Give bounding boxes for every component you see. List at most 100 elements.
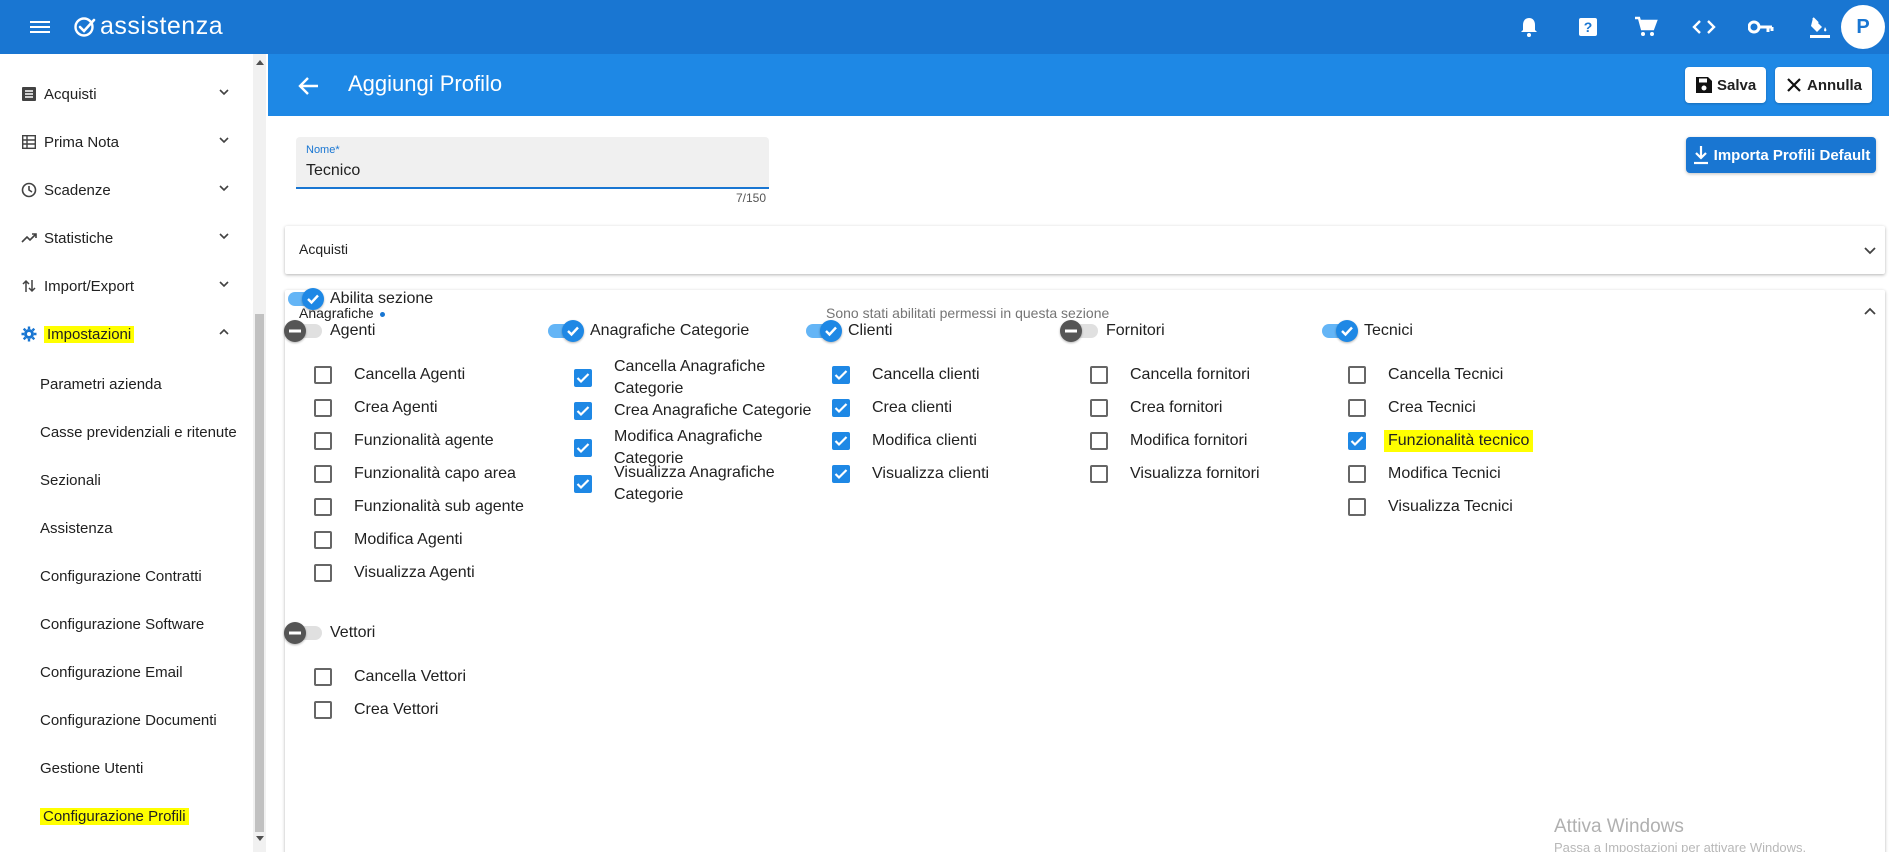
checkbox-box[interactable]: [1348, 465, 1366, 483]
sidebar-subitem-casse-previdenziali[interactable]: Casse previdenziali e ritenute: [40, 412, 237, 452]
permission-checkbox[interactable]: Cancella Agenti: [314, 364, 465, 386]
sidebar-item-import-export[interactable]: Import/Export: [0, 266, 250, 306]
bell-icon[interactable]: [1513, 11, 1545, 43]
name-input[interactable]: [306, 162, 746, 180]
checkbox-box[interactable]: [574, 369, 592, 387]
group-toggle-vettori[interactable]: Vettori: [284, 622, 375, 644]
chevron-up-icon[interactable]: [1863, 305, 1877, 319]
code-icon[interactable]: [1688, 11, 1720, 43]
permission-label: Cancella Anagrafiche Categorie: [614, 358, 766, 397]
sidebar-subitem-gestione-utenti[interactable]: Gestione Utenti: [40, 748, 143, 788]
name-field[interactable]: Nome*: [296, 137, 769, 189]
permission-checkbox[interactable]: Modifica fornitori: [1090, 430, 1247, 452]
checkbox-box[interactable]: [832, 366, 850, 384]
permission-checkbox[interactable]: Crea Agenti: [314, 397, 438, 419]
checkbox-box[interactable]: [314, 498, 332, 516]
permission-checkbox[interactable]: Cancella fornitori: [1090, 364, 1250, 386]
sidebar-item-statistiche[interactable]: Statistiche: [0, 218, 250, 258]
permission-checkbox[interactable]: Visualizza clienti: [832, 463, 989, 485]
checkbox-box[interactable]: [574, 402, 592, 420]
menu-icon[interactable]: [26, 13, 54, 41]
checkbox-box[interactable]: [1090, 432, 1108, 450]
permission-checkbox[interactable]: Modifica clienti: [832, 430, 977, 452]
group-toggle-tecnici[interactable]: Tecnici: [1322, 320, 1413, 342]
checkbox-box[interactable]: [314, 701, 332, 719]
checkbox-box[interactable]: [832, 465, 850, 483]
sidebar-subitem-configurazione-email[interactable]: Configurazione Email: [40, 652, 183, 692]
permission-checkbox[interactable]: Funzionalità sub agente: [314, 496, 524, 518]
sidebar-subitem-sezionali[interactable]: Sezionali: [40, 460, 101, 500]
group-toggle-agenti[interactable]: Agenti: [284, 320, 375, 342]
permission-label: Crea fornitori: [1130, 399, 1223, 416]
sidebar-subitem-parametri-azienda[interactable]: Parametri azienda: [40, 364, 162, 404]
checkbox-box[interactable]: [1348, 399, 1366, 417]
permission-checkbox[interactable]: Visualizza fornitori: [1090, 463, 1260, 485]
permission-checkbox[interactable]: Visualizza Anagrafiche Categorie: [574, 462, 784, 506]
checkbox-box[interactable]: [314, 668, 332, 686]
permission-checkbox[interactable]: Crea fornitori: [1090, 397, 1222, 419]
checkbox-box[interactable]: [314, 564, 332, 582]
permission-checkbox[interactable]: Funzionalità capo area: [314, 463, 516, 485]
checkbox-box[interactable]: [1348, 366, 1366, 384]
sidebar-item-acquisti[interactable]: Acquisti: [0, 74, 250, 114]
checkbox-box[interactable]: [1090, 465, 1108, 483]
group-toggle-anagrafiche-categorie[interactable]: Anagrafiche Categorie: [548, 320, 749, 342]
sidebar-subitem-configurazione-contratti[interactable]: Configurazione Contratti: [40, 556, 202, 596]
sidebar-item-impostazioni[interactable]: Impostazioni: [0, 314, 250, 354]
sidebar-subitem-configurazione-software[interactable]: Configurazione Software: [40, 604, 204, 644]
group-toggle-clienti[interactable]: Clienti: [806, 320, 892, 342]
permission-checkbox[interactable]: Visualizza Tecnici: [1348, 496, 1513, 518]
help-icon[interactable]: ?: [1572, 11, 1604, 43]
sidebar-item-label: Import/Export: [44, 277, 135, 295]
permission-checkbox[interactable]: Modifica Agenti: [314, 529, 463, 551]
acquisti-panel[interactable]: Acquisti: [285, 226, 1885, 274]
permission-checkbox[interactable]: Crea Tecnici: [1348, 397, 1476, 419]
checkbox-box[interactable]: [314, 465, 332, 483]
sidebar-subitem-configurazione-documenti[interactable]: Configurazione Documenti: [40, 700, 217, 740]
cart-icon[interactable]: [1630, 11, 1662, 43]
permission-checkbox[interactable]: Modifica Tecnici: [1348, 463, 1501, 485]
checkbox-box[interactable]: [832, 432, 850, 450]
permission-checkbox[interactable]: Cancella Vettori: [314, 666, 466, 688]
scrollbar-thumb[interactable]: [255, 314, 264, 832]
checkbox-box[interactable]: [574, 475, 592, 493]
checkbox-box[interactable]: [314, 531, 332, 549]
permission-checkbox[interactable]: Funzionalità agente: [314, 430, 494, 452]
key-icon[interactable]: [1745, 11, 1777, 43]
checkbox-box[interactable]: [1348, 432, 1366, 450]
scroll-up-icon[interactable]: [256, 60, 264, 65]
sidebar-item-scadenze[interactable]: Scadenze: [0, 170, 250, 210]
permission-checkbox[interactable]: Crea Anagrafiche Categorie: [574, 400, 811, 422]
logo-text: assistenza: [100, 12, 224, 40]
group-toggle-fornitori[interactable]: Fornitori: [1060, 320, 1165, 342]
save-button[interactable]: Salva: [1685, 67, 1767, 103]
checkbox-box[interactable]: [314, 432, 332, 450]
checkbox-box[interactable]: [314, 366, 332, 384]
chevron-down-icon[interactable]: [1863, 243, 1877, 257]
sidebar-subitem-assistenza[interactable]: Assistenza: [40, 508, 113, 548]
checkbox-box[interactable]: [1090, 399, 1108, 417]
arrow-back-icon[interactable]: [296, 73, 322, 99]
permission-checkbox[interactable]: Cancella Anagrafiche Categorie: [574, 356, 784, 400]
import-default-profiles-button[interactable]: Importa Profili Default: [1686, 137, 1876, 173]
checkbox-box[interactable]: [574, 439, 592, 457]
sidebar-item-prima-nota[interactable]: Prima Nota: [0, 122, 250, 162]
cancel-button[interactable]: Annulla: [1775, 67, 1872, 103]
scroll-down-icon[interactable]: [256, 836, 264, 841]
checkbox-box[interactable]: [1348, 498, 1366, 516]
permission-checkbox[interactable]: Visualizza Agenti: [314, 562, 475, 584]
permission-checkbox[interactable]: Cancella Tecnici: [1348, 364, 1503, 386]
paint-bucket-icon[interactable]: [1804, 11, 1836, 43]
permission-label: Visualizza Anagrafiche Categorie: [614, 464, 775, 503]
permission-checkbox[interactable]: Crea Vettori: [314, 699, 438, 721]
permission-checkbox[interactable]: Funzionalità tecnico: [1348, 430, 1534, 452]
checkbox-box[interactable]: [314, 399, 332, 417]
checkbox-box[interactable]: [832, 399, 850, 417]
avatar[interactable]: P: [1841, 5, 1885, 49]
checkbox-box[interactable]: [1090, 366, 1108, 384]
sidebar-scrollbar[interactable]: [253, 54, 266, 852]
sidebar-subitem-configurazione-profili[interactable]: Configurazione Profili: [40, 796, 189, 836]
permission-checkbox[interactable]: Crea clienti: [832, 397, 952, 419]
permission-checkbox[interactable]: Cancella clienti: [832, 364, 980, 386]
enable-section-toggle[interactable]: Abilita sezione: [288, 288, 433, 310]
